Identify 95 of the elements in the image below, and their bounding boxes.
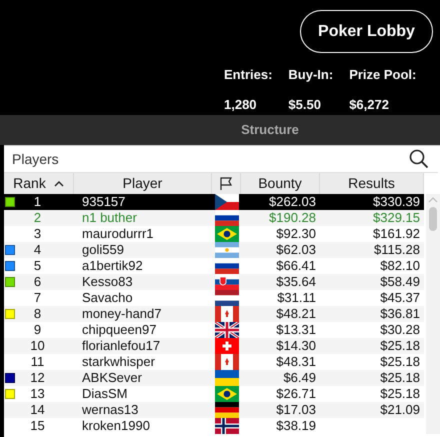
results-cell-text: $82.10 (379, 258, 421, 274)
bounty-cell-text: $48.31 (275, 354, 317, 370)
player-row[interactable]: 6 Kesso83 $35.64 $58.49 (4, 274, 424, 290)
player-name: DiasSM (81, 386, 129, 402)
results-cell-text: $58.49 (379, 274, 421, 290)
country-flag-icon (214, 226, 238, 242)
results-cell-text: $330.39 (372, 194, 421, 210)
player-name: ABKSever (81, 370, 143, 386)
player-name: goli559 (81, 242, 125, 258)
player-name: wernas13 (81, 402, 140, 418)
rank-cell-text: 1 (32, 194, 42, 210)
search-icon[interactable] (409, 149, 429, 169)
rank-cell-text: 2 (32, 210, 42, 226)
player-name: 935157 (81, 194, 126, 210)
bounty-cell-text: $17.03 (275, 402, 317, 418)
bounty-cell-text: $62.03 (275, 242, 317, 258)
country-flag-icon (214, 402, 238, 418)
bounty-cell-text: $35.64 (275, 274, 317, 290)
stat-value: $5.50 (288, 96, 322, 114)
bounty-cell-text: $6.49 (282, 370, 317, 386)
rank-cell-text: 4 (32, 242, 42, 258)
results-cell-text: $25.18 (379, 354, 421, 370)
player-name: n1 buther (81, 210, 138, 226)
section-title[interactable]: Structure (141, 120, 299, 140)
results-cell-text: $329.15 (372, 210, 421, 226)
bounty-cell-text: $92.30 (275, 226, 317, 242)
country-flag-icon (214, 322, 238, 338)
rank-cell-text: 13 (29, 386, 46, 402)
results-cell-text: $30.28 (379, 322, 421, 338)
sort-caret-icon (54, 180, 64, 186)
results-cell-text: $25.18 (379, 386, 421, 402)
player-row[interactable]: 1 935157 $262.03 $330.39 (4, 194, 424, 210)
player-row[interactable]: 12 ABKSever $6.49 $25.18 (4, 370, 424, 386)
player-name: starkwhisper (81, 354, 156, 370)
country-flag-icon (214, 418, 238, 434)
rank-cell-text: 14 (29, 402, 46, 418)
player-name: a1bertik92 (81, 258, 144, 274)
country-flag-icon (214, 354, 238, 370)
stat-value: 1,280 (224, 96, 258, 114)
stat-label: Buy-In: (288, 66, 334, 84)
results-cell-text: $21.09 (379, 402, 421, 418)
stat-value: $6,272 (349, 96, 390, 114)
country-flag-icon (214, 306, 238, 322)
flag-icon (219, 176, 233, 190)
scroll-up-icon[interactable] (428, 196, 438, 204)
player-name: florianlefou17 (81, 338, 162, 354)
bounty-cell-text: $13.31 (275, 322, 317, 338)
bounty-cell-text: $31.11 (276, 290, 317, 306)
stat-label: Prize Pool: (349, 66, 416, 84)
rank-cell-text: 7 (32, 290, 42, 306)
player-row[interactable]: 14 wernas13 $17.03 $21.09 (4, 402, 424, 418)
bounty-cell-text: $190.28 (268, 210, 317, 226)
player-name: chipqueen97 (81, 322, 158, 338)
rank-cell-text: 11 (30, 354, 46, 370)
player-name: money-hand7 (81, 306, 162, 322)
country-flag-icon (214, 370, 238, 386)
country-flag-icon (214, 194, 238, 210)
rank-cell-text: 8 (32, 306, 42, 322)
bounty-cell-text: $38.19 (275, 418, 317, 434)
rank-cell-text: 12 (29, 370, 46, 386)
scrollbar[interactable] (426, 194, 440, 434)
player-name: Kesso83 (81, 274, 134, 290)
rank-cell-text: 5 (32, 258, 42, 274)
country-flag-icon (214, 210, 238, 226)
rank-cell-text: 9 (32, 322, 42, 338)
country-flag-icon (214, 386, 238, 402)
player-name: kroken1990 (81, 418, 151, 434)
player-name: maurodurrr1 (81, 226, 155, 242)
bounty-cell-text: $262.03 (268, 194, 317, 210)
player-row[interactable]: 8 money-hand7 $48.21 $36.81 (4, 306, 424, 322)
results-cell-text: $115.28 (372, 242, 421, 258)
scroll-thumb[interactable] (429, 207, 437, 231)
bounty-cell-text: $26.71 (275, 386, 317, 402)
rank-cell-text: 6 (32, 274, 42, 290)
country-flag-icon (214, 242, 238, 258)
rank-cell-text: 15 (29, 418, 46, 434)
country-flag-icon (214, 290, 238, 306)
player-row[interactable]: 10 florianlefou17 $14.30 $25.18 (4, 338, 424, 354)
rank-cell-text: 3 (32, 226, 42, 242)
results-cell-text: $25.18 (379, 338, 421, 354)
country-flag-icon (214, 338, 238, 354)
player-row[interactable]: 4 goli559 $62.03 $115.28 (4, 242, 424, 258)
results-cell-text: $36.81 (379, 306, 421, 322)
results-cell-text: $45.37 (379, 290, 421, 306)
player-row[interactable]: 2 n1 buther $190.28 $329.15 (4, 210, 424, 226)
results-cell-text: $161.92 (372, 226, 421, 242)
bounty-cell-text: $14.30 (275, 338, 317, 354)
results-cell-text: $25.18 (379, 370, 421, 386)
poker-lobby-button[interactable]: Poker Lobby (300, 10, 433, 53)
player-name: Savacho (81, 290, 134, 306)
rank-cell-text: 10 (29, 338, 46, 354)
bounty-cell-text: $48.21 (275, 306, 317, 322)
bounty-cell-text: $66.41 (275, 258, 317, 274)
stat-label: Entries: (224, 66, 272, 84)
country-flag-icon (214, 274, 238, 290)
